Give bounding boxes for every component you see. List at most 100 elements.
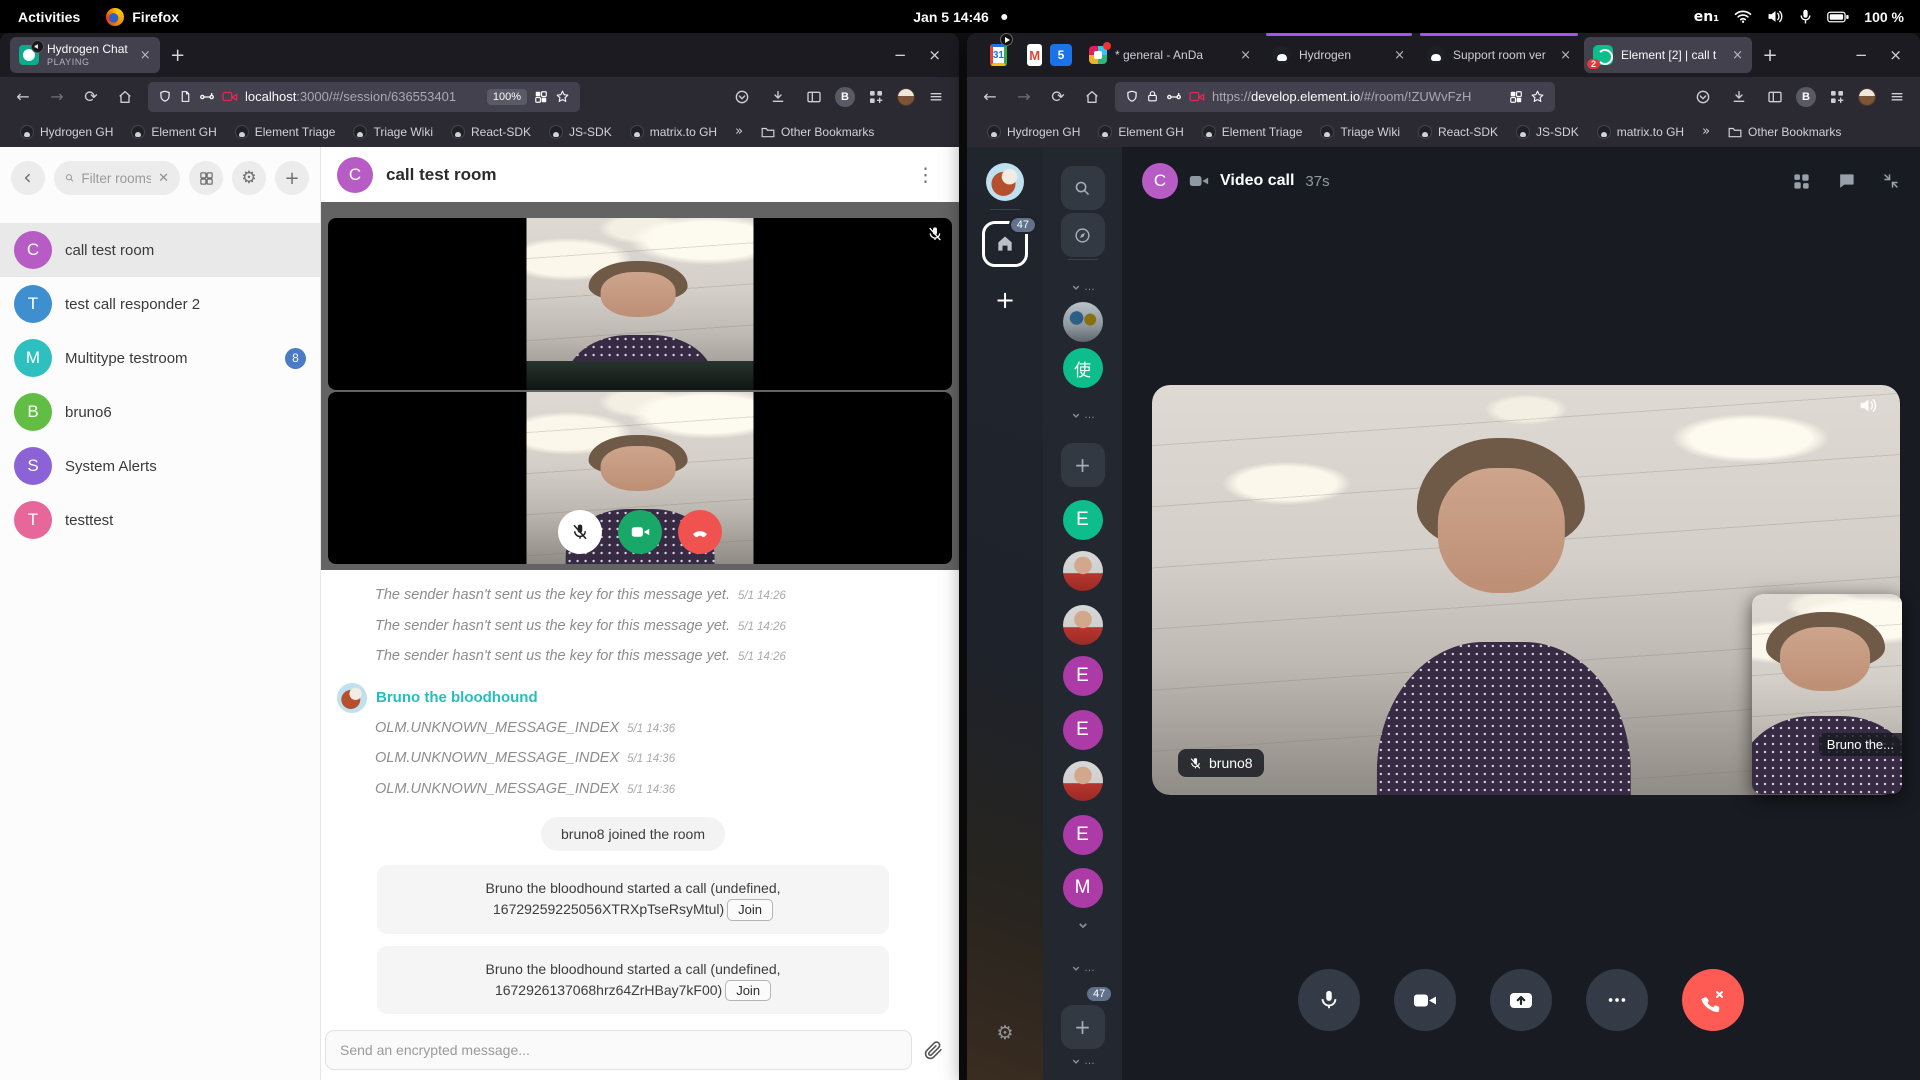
bitwarden-extension-icon[interactable]: B [835, 87, 855, 107]
room-item-test-call-responder-2[interactable]: T test call responder 2 [0, 277, 320, 331]
zoom-level-chip[interactable]: 100% [487, 89, 527, 105]
close-window-button[interactable]: × [928, 46, 941, 64]
scroll-down-chevron[interactable] [1076, 919, 1089, 932]
other-bookmarks-folder[interactable]: Other Bookmarks [1720, 122, 1849, 142]
add-room-button[interactable]: + [1061, 443, 1105, 487]
bookmark-item[interactable]: Element Triage [227, 122, 344, 142]
bookmark-item[interactable]: Element GH [1090, 122, 1191, 142]
close-tab-icon[interactable]: × [1240, 48, 1251, 63]
back-button[interactable]: ← [8, 82, 38, 112]
join-call-button[interactable]: Join [727, 899, 773, 921]
bookmark-item[interactable]: Element Triage [1194, 122, 1311, 142]
create-space-button[interactable]: + [995, 286, 1015, 314]
tab-audio-icon[interactable] [31, 40, 44, 53]
filter-rooms-input[interactable] [81, 171, 151, 186]
menu-hamburger-icon[interactable]: ≡ [921, 82, 951, 112]
video-tile-local[interactable] [328, 392, 952, 564]
room-avatar-letter[interactable]: E [1063, 815, 1103, 855]
settings-gear-button[interactable]: ⚙ [232, 161, 266, 195]
sidebar-toggle-icon[interactable] [799, 82, 829, 112]
user-avatar[interactable] [986, 163, 1024, 201]
attachment-paperclip-icon[interactable] [924, 1041, 943, 1060]
permissions-icon[interactable] [199, 91, 215, 103]
extension-animal-icon[interactable] [1858, 88, 1876, 106]
lock-icon[interactable] [1146, 89, 1159, 104]
layout-grid-icon[interactable] [1792, 172, 1811, 191]
section-header-collapsed[interactable]: … [1070, 281, 1095, 293]
bookmark-item[interactable]: JS-SDK [541, 122, 620, 142]
extensions-icon[interactable] [1822, 82, 1852, 112]
collapse-arrows-icon[interactable] [1882, 172, 1900, 190]
section-header-collapsed[interactable]: … [1070, 1055, 1095, 1067]
clear-filter-icon[interactable]: ✕ [158, 171, 169, 186]
close-window-button[interactable]: × [1889, 46, 1902, 64]
extensions-icon[interactable] [861, 82, 891, 112]
new-tab-button[interactable]: + [1756, 41, 1784, 69]
room-item-system-alerts[interactable]: S System Alerts [0, 439, 320, 493]
home-button[interactable] [1077, 82, 1107, 112]
tab-slack-general[interactable]: * general - AnDa × [1080, 37, 1260, 73]
microphone-button[interactable] [1298, 969, 1360, 1031]
reload-button[interactable]: ⟳ [76, 82, 106, 112]
filter-rooms-field[interactable]: ✕ [54, 161, 180, 195]
grid-view-button[interactable] [189, 161, 223, 195]
room-item-call-test-room[interactable]: C call test room [0, 223, 320, 277]
room-item-multitype-testroom[interactable]: M Multitype testroom 8 [0, 331, 320, 385]
downloads-icon[interactable] [1724, 82, 1754, 112]
bookmark-item[interactable]: Element GH [123, 122, 224, 142]
mute-microphone-button[interactable] [558, 510, 602, 554]
room-avatar-photo[interactable] [1063, 761, 1103, 801]
join-call-button[interactable]: Join [725, 980, 771, 1002]
home-space-button[interactable]: 47 [982, 221, 1028, 267]
picture-in-picture-self-view[interactable]: Bruno the... [1752, 594, 1902, 794]
settings-gear-icon[interactable]: ⚙ [996, 1022, 1013, 1044]
new-tab-button[interactable]: + [164, 41, 192, 69]
url-text[interactable]: localhost:3000/#/session/636553401 [245, 89, 480, 104]
sidebar-toggle-icon[interactable] [1760, 82, 1790, 112]
search-button[interactable] [1061, 166, 1105, 210]
tab-element-call[interactable]: 2 Element [2] | call t × [1584, 37, 1752, 73]
room-avatar-photo[interactable] [1063, 551, 1103, 591]
toggle-camera-button[interactable] [618, 510, 662, 554]
camera-button[interactable] [1394, 969, 1456, 1031]
tab-hydrogen-github[interactable]: Hydrogen × [1264, 37, 1414, 73]
battery-percent[interactable]: 100 % [1864, 9, 1904, 25]
minimize-window-button[interactable]: − [1855, 46, 1868, 64]
room-item-bruno6[interactable]: B bruno6 [0, 385, 320, 439]
bookmark-item[interactable]: JS-SDK [1508, 122, 1587, 142]
create-room-button[interactable]: + [275, 161, 309, 195]
section-header-collapsed[interactable]: … [1070, 409, 1095, 421]
other-bookmarks-folder[interactable]: Other Bookmarks [753, 122, 882, 142]
bitwarden-extension-icon[interactable]: B [1796, 87, 1816, 107]
camera-in-use-icon[interactable] [222, 90, 238, 103]
bookmark-star-icon[interactable] [1530, 89, 1545, 104]
more-options-button[interactable] [1586, 969, 1648, 1031]
section-header-collapsed[interactable]: … [1070, 962, 1095, 974]
tab-playing-label[interactable]: PLAYING [47, 57, 128, 67]
permissions-icon[interactable] [1166, 91, 1182, 103]
room-avatar-photo[interactable] [1063, 302, 1103, 342]
page-info-icon[interactable] [179, 89, 192, 104]
home-button[interactable] [110, 82, 140, 112]
url-bar[interactable]: https://develop.element.io/#/room/!ZUWvF… [1115, 82, 1555, 112]
back-button[interactable]: ← [975, 82, 1005, 112]
bookmarks-overflow-chevron[interactable]: » [727, 124, 751, 139]
hangup-button[interactable] [1682, 969, 1744, 1031]
room-avatar[interactable]: C [337, 157, 373, 193]
shield-icon[interactable] [1125, 89, 1139, 104]
bookmark-item[interactable]: matrix.to GH [622, 122, 725, 142]
room-avatar-letter[interactable]: 使 [1063, 348, 1103, 388]
split-view-icon[interactable] [1509, 90, 1523, 104]
minimize-window-button[interactable]: − [894, 46, 907, 64]
composer-input[interactable] [340, 1042, 897, 1058]
pinned-tab-gmail[interactable]: M [1010, 39, 1042, 71]
close-tab-icon[interactable]: × [1394, 48, 1405, 63]
pocket-icon[interactable] [1688, 82, 1718, 112]
downloads-icon[interactable] [763, 82, 793, 112]
composer-field[interactable] [325, 1030, 912, 1070]
bookmark-item[interactable]: Triage Wiki [1312, 122, 1408, 142]
clock[interactable]: Jan 5 14:46 [913, 9, 989, 25]
tab-hydrogen-chat[interactable]: Hydrogen Chat PLAYING × [10, 37, 160, 73]
bookmark-item[interactable]: Hydrogen GH [12, 122, 121, 142]
add-room-button[interactable]: + [1061, 1005, 1105, 1049]
